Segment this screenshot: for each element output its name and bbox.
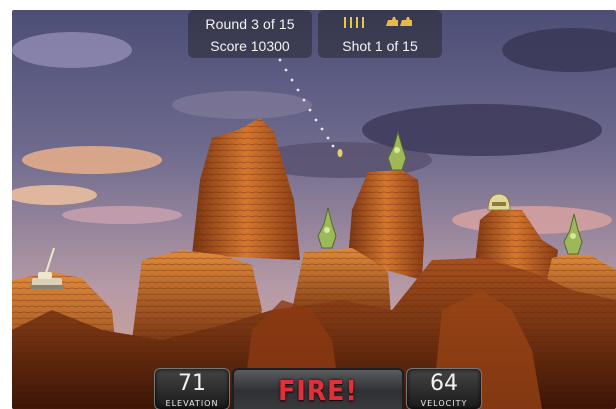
bullet-icon xyxy=(344,17,364,28)
velocity-label: VELOCITY xyxy=(420,399,468,408)
velocity-value: 64 xyxy=(430,371,458,396)
projectile xyxy=(337,149,343,157)
shot-indicator: Shot 1 of 15 xyxy=(342,38,418,54)
score-indicator: Score 10300 xyxy=(210,38,290,54)
game-viewport[interactable]: Round 3 of 15 Score 10300 Shot 1 of 15 7… xyxy=(12,10,616,409)
round-score-panel: Round 3 of 15 Score 10300 xyxy=(188,10,312,58)
elevation-value: 71 xyxy=(178,371,206,396)
game-scene xyxy=(12,10,616,409)
elevation-control[interactable]: 71 ELEVATION xyxy=(154,368,230,409)
velocity-control[interactable]: 64 VELOCITY xyxy=(406,368,482,409)
tank-icon xyxy=(386,17,412,26)
fire-button[interactable]: FIRE! xyxy=(232,368,404,409)
round-indicator: Round 3 of 15 xyxy=(205,16,295,32)
ammo-icons xyxy=(318,14,442,30)
shot-panel: Shot 1 of 15 xyxy=(318,10,442,58)
fire-label: FIRE! xyxy=(278,374,358,407)
elevation-label: ELEVATION xyxy=(165,399,219,408)
